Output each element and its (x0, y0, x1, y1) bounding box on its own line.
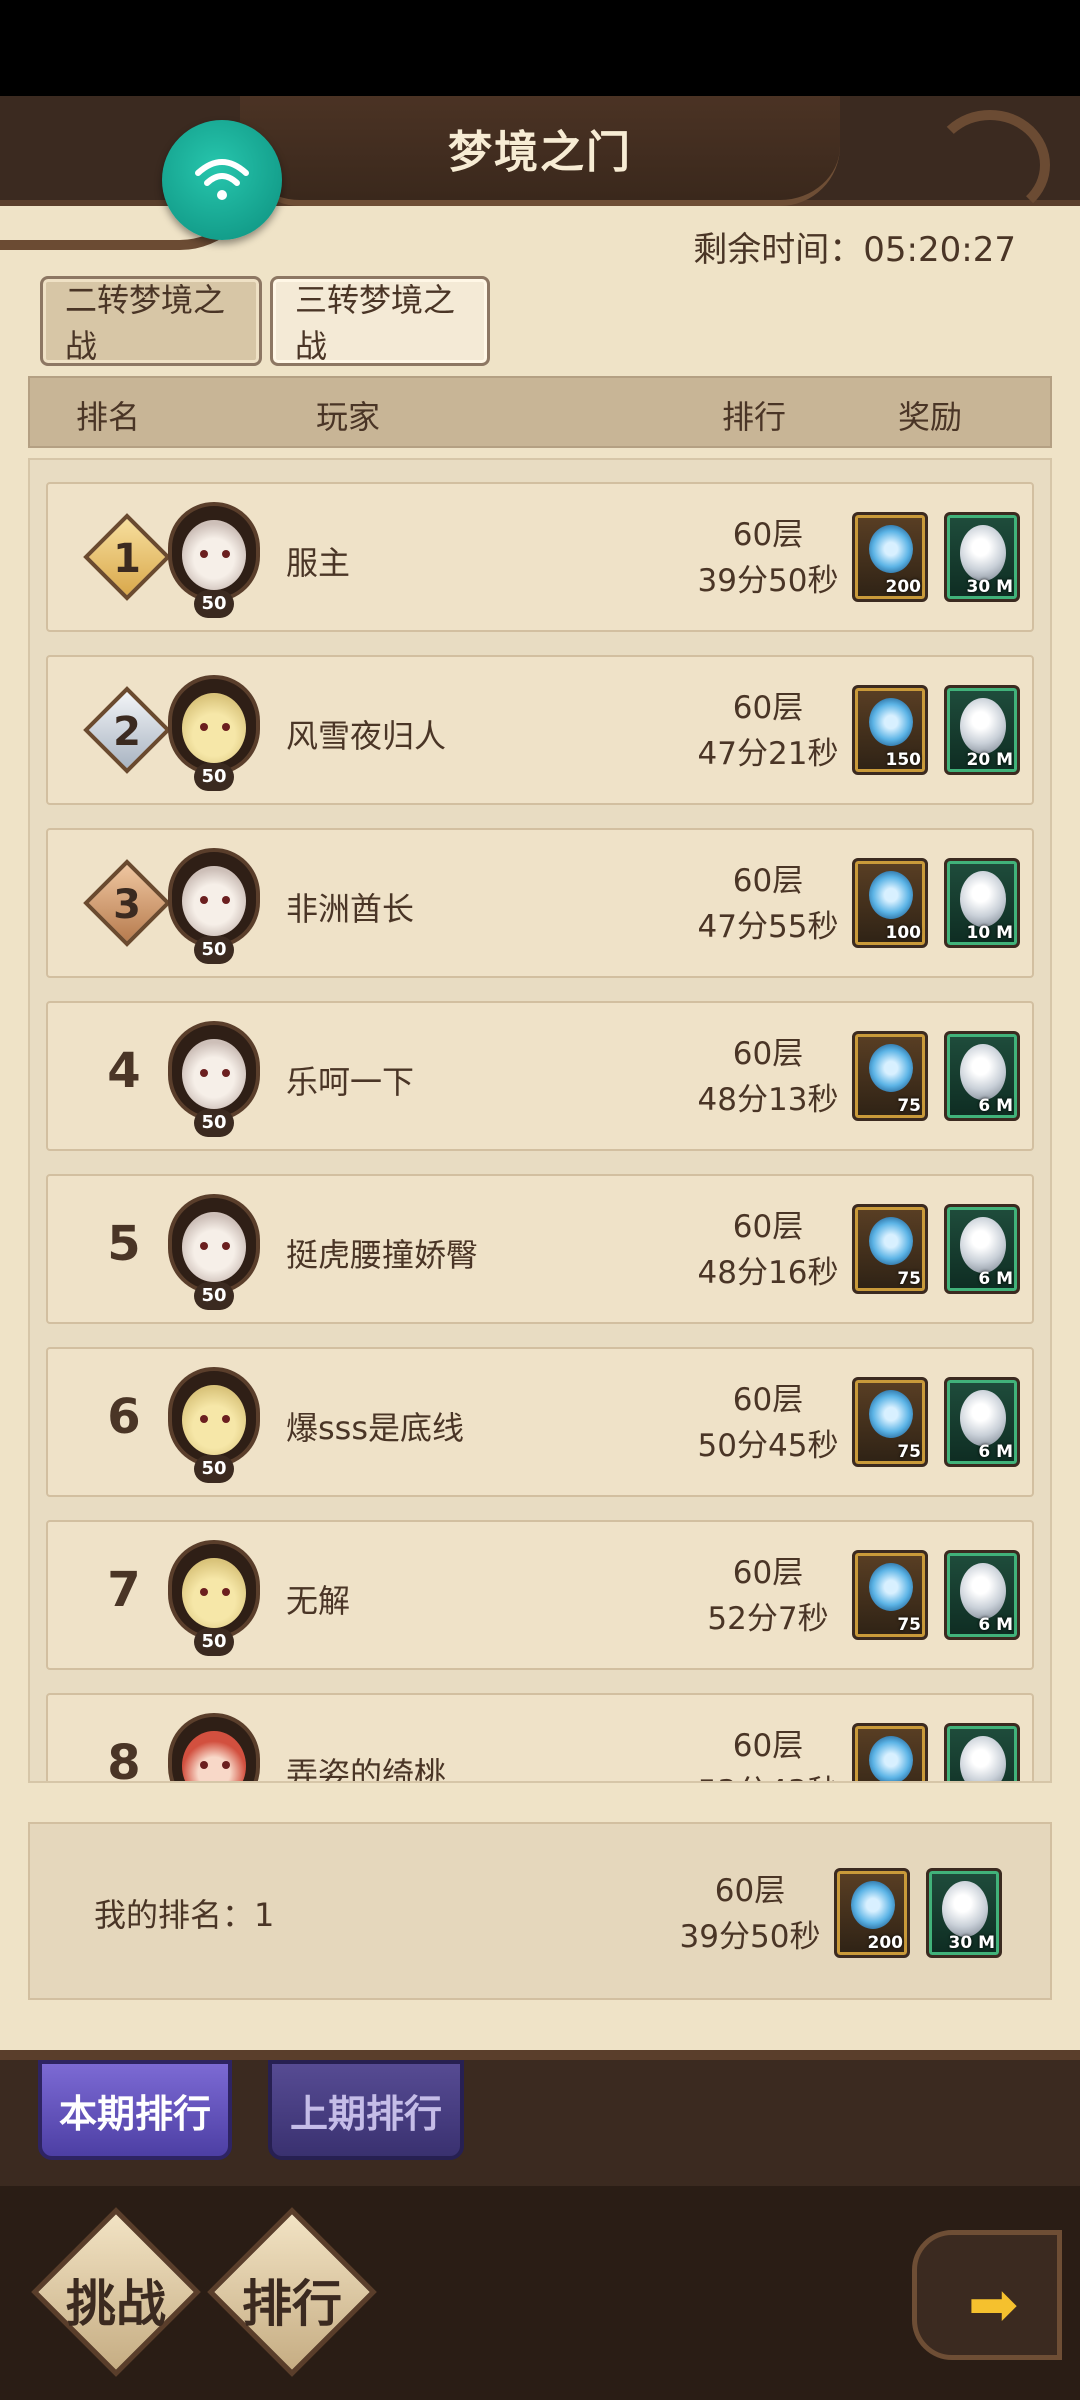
avatar[interactable] (168, 848, 260, 948)
reward-quantity: 6 M (978, 1269, 1013, 1289)
title-plate: 梦境之门 (240, 96, 840, 206)
tab-third-dream-battle[interactable]: 三转梦境之战 (270, 276, 490, 366)
avatar[interactable] (168, 1194, 260, 1294)
column-ranking: 排行 (722, 398, 787, 436)
player-name: 乐呵一下 (286, 1063, 415, 1101)
challenge-button-label: 挑战 (66, 2275, 166, 2333)
table-row[interactable]: 1 50 服主 60层 39分50秒 200 30 M (46, 482, 1034, 632)
reward-quantity: 10 M (966, 923, 1014, 943)
blue-flower-icon[interactable]: 75 (852, 1550, 928, 1640)
status-bar (0, 0, 1080, 96)
page-title: 梦境之门 (448, 127, 632, 178)
avatar[interactable] (168, 1713, 260, 1781)
silver-coin-icon[interactable]: 6 M (944, 1377, 1020, 1467)
silver-coin-icon[interactable]: 10 M (944, 858, 1020, 948)
rank-number: 5 (107, 1216, 141, 1272)
level-badge: 50 (194, 1282, 234, 1310)
column-rank: 排名 (76, 398, 141, 436)
blue-flower-icon[interactable]: 150 (852, 685, 928, 775)
player-name: 无解 (286, 1582, 351, 1620)
my-rank-label: 我的排名：1 (94, 1896, 275, 1934)
blue-flower-icon[interactable]: 200 (834, 1868, 910, 1958)
tab-label: 二转梦境之战 (65, 281, 226, 365)
blue-flower-icon[interactable]: 75 (852, 1204, 928, 1294)
frame-decoration-right (930, 110, 1050, 220)
ranking-button-label: 排行 (242, 2275, 342, 2333)
rank-number: 7 (107, 1562, 141, 1618)
wifi-icon[interactable] (162, 120, 282, 240)
reward-quantity: 75 (897, 1442, 921, 1462)
tab-label: 三转梦境之战 (295, 281, 456, 365)
table-row[interactable]: 7 50 无解 60层 52分7秒 75 6 M (46, 1520, 1034, 1670)
table-row[interactable]: 6 50 爆sss是底线 60层 50分45秒 75 6 M (46, 1347, 1034, 1497)
silver-coin-icon[interactable]: 6 M (944, 1031, 1020, 1121)
level-badge: 50 (194, 590, 234, 618)
player-name: 挺虎腰撞娇臀 (286, 1236, 479, 1274)
arrow-right-icon: ➡ (968, 2270, 1019, 2340)
blue-flower-icon[interactable]: 75 (852, 1031, 928, 1121)
avatar[interactable] (168, 675, 260, 775)
player-name: 风雪夜归人 (286, 717, 447, 755)
reward-quantity: 75 (897, 1615, 921, 1635)
table-row[interactable]: 4 50 乐呵一下 60层 48分13秒 75 6 M (46, 1001, 1034, 1151)
avatar[interactable] (168, 1021, 260, 1121)
remaining-time: 剩余时间：05:20:27 (693, 230, 1016, 270)
ranking-list[interactable]: 1 50 服主 60层 39分50秒 200 30 M 2 50 风雪夜归人 60… (28, 458, 1052, 1783)
blue-flower-icon[interactable]: 200 (852, 512, 928, 602)
level-badge: 50 (194, 1455, 234, 1483)
tab-previous-ranking[interactable]: 上期排行 (268, 2060, 464, 2160)
reward-quantity: 200 (885, 577, 922, 597)
reward-quantity: 100 (885, 923, 922, 943)
blue-flower-icon[interactable] (852, 1723, 928, 1781)
avatar[interactable] (168, 1540, 260, 1640)
tab-label: 本期排行 (58, 2091, 211, 2136)
reward-quantity: 6 M (978, 1096, 1013, 1116)
level-badge: 50 (194, 936, 234, 964)
tab-second-dream-battle[interactable]: 二转梦境之战 (40, 276, 262, 366)
silver-coin-icon[interactable]: 30 M (926, 1868, 1002, 1958)
tab-current-ranking[interactable]: 本期排行 (38, 2060, 232, 2160)
rank-number: 4 (107, 1043, 141, 1099)
column-reward: 奖励 (898, 398, 963, 436)
silver-coin-icon[interactable]: 20 M (944, 685, 1020, 775)
player-name: 爆sss是底线 (286, 1409, 465, 1447)
avatar[interactable] (168, 502, 260, 602)
table-row[interactable]: 5 50 挺虎腰撞娇臀 60层 48分16秒 75 6 M (46, 1174, 1034, 1324)
player-name: 服主 (286, 544, 351, 582)
reward-quantity: 200 (867, 1933, 904, 1953)
player-name: 弄姿的绮桃 (286, 1755, 447, 1783)
silver-coin-icon[interactable]: 6 M (944, 1550, 1020, 1640)
silver-coin-icon[interactable]: 6 M (944, 1204, 1020, 1294)
level-badge: 50 (194, 1109, 234, 1137)
reward-quantity: 75 (897, 1096, 921, 1116)
rank-number: 8 (107, 1735, 141, 1783)
level-badge: 50 (194, 763, 234, 791)
blue-flower-icon[interactable]: 75 (852, 1377, 928, 1467)
column-player: 玩家 (316, 398, 381, 436)
tab-label: 上期排行 (289, 2091, 442, 2136)
blue-flower-icon[interactable]: 100 (852, 858, 928, 948)
table-row[interactable]: 8 弄姿的绮桃 60层53分43秒 (46, 1693, 1034, 1783)
table-header: 排名 玩家 排行 奖励 (28, 376, 1052, 448)
silver-coin-icon[interactable] (944, 1723, 1020, 1781)
rank-number: 6 (107, 1389, 141, 1445)
reward-quantity: 30 M (966, 577, 1014, 597)
reward-quantity: 30 M (948, 1933, 996, 1953)
wifi-glyph (195, 159, 249, 200)
rank-number: 2 (113, 709, 141, 755)
table-row[interactable]: 3 50 非洲酋长 60层 47分55秒 100 10 M (46, 828, 1034, 978)
reward-quantity: 6 M (978, 1442, 1013, 1462)
reward-quantity: 75 (897, 1269, 921, 1289)
level-badge: 50 (194, 1628, 234, 1656)
my-rank-panel: 我的排名：1 60层 39分50秒 200 30 M (28, 1822, 1052, 2000)
player-name: 非洲酋长 (286, 890, 415, 928)
reward-quantity: 150 (885, 750, 922, 770)
reward-quantity: 20 M (966, 750, 1014, 770)
silver-coin-icon[interactable]: 30 M (944, 512, 1020, 602)
avatar[interactable] (168, 1367, 260, 1467)
table-row[interactable]: 2 50 风雪夜归人 60层 47分21秒 150 20 M (46, 655, 1034, 805)
reward-quantity: 6 M (978, 1615, 1013, 1635)
rank-number: 3 (113, 882, 141, 928)
rank-number: 1 (113, 536, 141, 582)
